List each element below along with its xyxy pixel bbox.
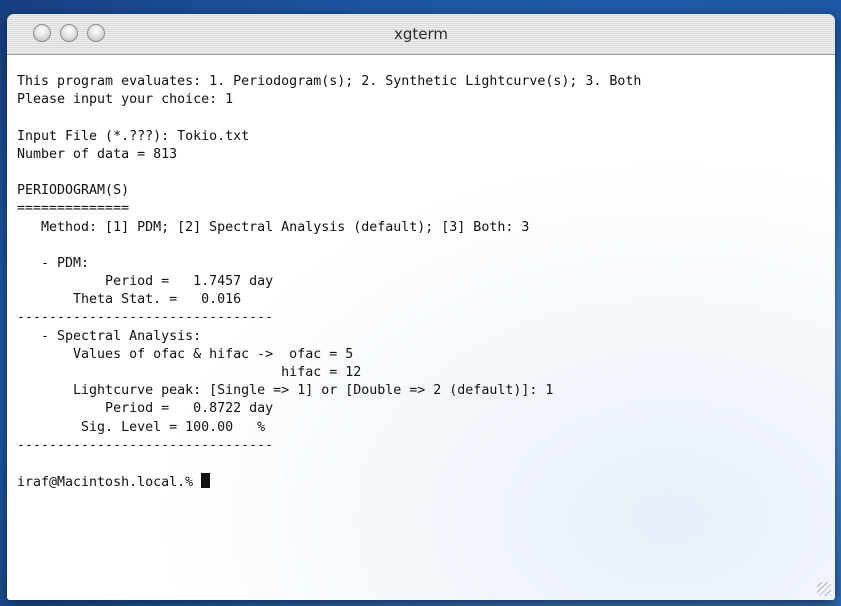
- terminal-line: Method: [1] PDM; [2] Spectral Analysis (…: [17, 219, 530, 235]
- shell-prompt: iraf@Macintosh.local.%: [17, 475, 202, 491]
- title-bar[interactable]: xgterm: [7, 14, 835, 55]
- terminal-line: Theta Stat. = 0.016: [17, 292, 242, 308]
- terminal-line: PERIODOGRAM(S): [17, 183, 130, 199]
- terminal-line: Number of data = 813: [17, 146, 178, 162]
- terminal-line: Values of ofac & hifac -> ofac = 5: [17, 346, 354, 362]
- terminal-line: Lightcurve peak: [Single => 1] or [Doubl…: [17, 383, 554, 399]
- text-cursor: [201, 473, 211, 489]
- terminal-line: Input File (*.???): Tokio.txt: [17, 128, 250, 144]
- terminal-line: - Spectral Analysis:: [17, 328, 202, 344]
- resize-grip[interactable]: [817, 582, 831, 596]
- terminal-line: Please input your choice: 1: [17, 92, 234, 108]
- terminal-line: Period = 1.7457 day: [17, 274, 274, 290]
- terminal-output[interactable]: This program evaluates: 1. Periodogram(s…: [7, 55, 835, 600]
- terminal-line: Sig. Level = 100.00 %: [17, 419, 266, 435]
- window-title: xgterm: [393, 25, 449, 43]
- terminal-line: hifac = 12: [17, 365, 362, 380]
- terminal-line: This program evaluates: 1. Periodogram(s…: [17, 74, 642, 89]
- terminal-line: Period = 0.8722 day: [17, 401, 274, 417]
- terminal-line: --------------------------------: [17, 310, 274, 326]
- terminal-line: - PDM:: [17, 255, 90, 271]
- terminal-line: ==============: [17, 201, 130, 217]
- shell-prompt-line[interactable]: iraf@Macintosh.local.%: [17, 473, 835, 491]
- xgterm-window: xgterm This program evaluates: 1. Period…: [7, 14, 835, 600]
- terminal-line: --------------------------------: [17, 437, 274, 453]
